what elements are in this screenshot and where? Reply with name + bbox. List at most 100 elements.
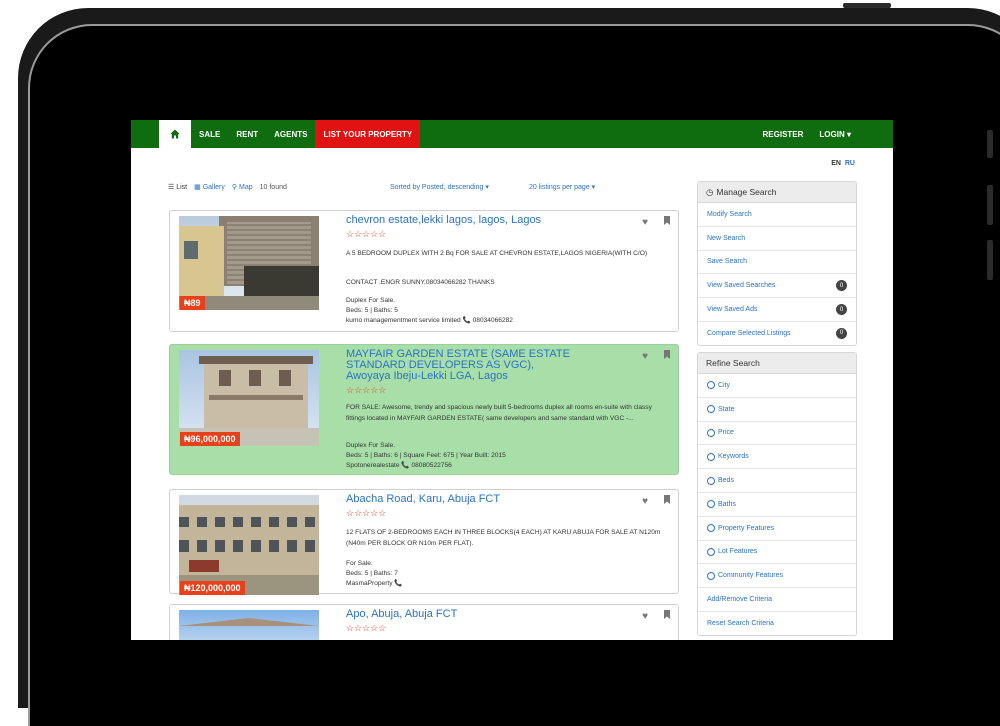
favorite-heart-icon[interactable]: ♥ xyxy=(642,496,648,507)
agent-name[interactable]: kumo managementment service limited xyxy=(346,317,461,324)
tablet-top-button xyxy=(843,3,891,8)
per-page-dropdown[interactable]: 20 listings per page ▾ xyxy=(529,183,595,191)
bookmark-icon[interactable] xyxy=(664,610,670,619)
nav-rent[interactable]: RENT xyxy=(228,120,266,148)
nav-agents[interactable]: AGENTS xyxy=(266,120,315,148)
listing-type: For Sale. xyxy=(346,560,373,567)
view-list-button[interactable]: ☰ List xyxy=(168,183,187,191)
manage-search-heading: ◷ Manage Search xyxy=(698,182,856,203)
tablet-side-button xyxy=(987,185,993,225)
compare-listings-link[interactable]: Compare Selected Listings 0 xyxy=(698,322,856,345)
plus-circle-icon xyxy=(707,405,715,414)
listing-price: ₦120,000,000 xyxy=(180,581,245,595)
plus-circle-icon xyxy=(707,547,715,556)
plus-circle-icon xyxy=(707,381,715,390)
favorite-heart-icon[interactable]: ♥ xyxy=(642,351,648,362)
listing-card[interactable]: ₦96,000,000 MAYFAIR GARDEN ESTATE (SAME … xyxy=(169,344,679,475)
refine-lot-features[interactable]: Lot Features xyxy=(698,541,856,565)
nav-list-your-property[interactable]: LIST YOUR PROPERTY xyxy=(315,120,421,148)
refine-search-heading: Refine Search xyxy=(698,353,856,374)
listing-agent-row: Spotonerealestate 📞 08080522756 xyxy=(346,461,664,471)
nav-login-dropdown[interactable]: LOGIN ▾ xyxy=(811,120,859,148)
add-remove-criteria-label: Add/Remove Criteria xyxy=(707,596,772,604)
map-pin-icon: ⚲ xyxy=(231,184,238,191)
sort-dropdown[interactable]: Sorted by Posted, descending ▾ xyxy=(390,183,489,191)
listing-card[interactable]: ₦120,000,000 Abacha Road, Karu, Abuja FC… xyxy=(169,489,679,595)
view-saved-searches-label: View Saved Searches xyxy=(707,282,776,290)
new-search-link[interactable]: New Search xyxy=(698,227,856,251)
listing-title[interactable]: Apo, Abuja, Abuja FCT xyxy=(346,609,616,620)
top-navbar: SALE RENT AGENTS LIST YOUR PROPERTY REGI… xyxy=(131,120,893,148)
agent-name[interactable]: MasmaProperty xyxy=(346,580,393,587)
rating-stars[interactable]: ☆☆☆☆☆ xyxy=(346,508,386,519)
refine-keywords[interactable]: Keywords xyxy=(698,445,856,470)
listing-title[interactable]: chevron estate,lekki lagos, lagos, Lagos xyxy=(346,215,616,226)
language-switcher: EN RU xyxy=(831,160,855,167)
listing-description-contact: CONTACT .ENGR SUNNY,08034066282 THANKS xyxy=(346,279,495,286)
listing-photo[interactable]: ₦96,000,000 xyxy=(179,350,319,446)
bookmark-icon[interactable] xyxy=(664,350,670,359)
manage-search-title: Manage Search xyxy=(716,187,777,197)
listing-specs: Beds: 5 | Baths: 6 | Square Feet: 675 | … xyxy=(346,452,506,459)
nav-register[interactable]: REGISTER xyxy=(755,120,812,148)
refine-beds[interactable]: Beds xyxy=(698,469,856,493)
favorite-heart-icon[interactable]: ♥ xyxy=(642,611,648,622)
plus-circle-icon xyxy=(707,476,715,485)
reset-search-criteria-link[interactable]: Reset Search Criteria xyxy=(698,612,856,635)
grid-icon: ▦ xyxy=(194,184,201,191)
results-count: 10 found xyxy=(259,183,287,191)
add-remove-criteria-link[interactable]: Add/Remove Criteria xyxy=(698,588,856,612)
refine-community-features-label: Community Features xyxy=(718,572,783,580)
refine-property-features[interactable]: Property Features xyxy=(698,517,856,541)
bookmark-icon[interactable] xyxy=(664,216,670,225)
listing-card[interactable]: Apo, Abuja, Abuja FCT ☆☆☆☆☆ ♥ xyxy=(169,604,679,640)
listing-photo[interactable]: ₦89 xyxy=(179,216,319,310)
lang-en[interactable]: EN xyxy=(831,160,841,167)
nav-sale[interactable]: SALE xyxy=(191,120,228,148)
refine-property-features-label: Property Features xyxy=(718,524,775,532)
listing-title[interactable]: MAYFAIR GARDEN ESTATE (SAME ESTATE STAND… xyxy=(346,349,576,382)
view-gallery-button[interactable]: ▦ Gallery xyxy=(194,183,225,191)
plus-circle-icon xyxy=(707,428,715,437)
listing-description: A 5 BEDROOM DUPLEX WITH 2 Bq FOR SALE AT… xyxy=(346,250,648,257)
nav-home-button[interactable] xyxy=(159,120,191,148)
agent-name[interactable]: Spotonerealestate xyxy=(346,462,400,469)
plus-circle-icon xyxy=(707,500,715,509)
refine-baths[interactable]: Baths xyxy=(698,493,856,517)
clock-icon: ◷ xyxy=(706,186,714,197)
refine-price[interactable]: Price xyxy=(698,422,856,446)
view-saved-ads-link[interactable]: View Saved Ads 0 xyxy=(698,298,856,322)
count-badge: 0 xyxy=(836,304,847,316)
lang-ru[interactable]: RU xyxy=(845,160,855,167)
listing-photo[interactable]: ₦120,000,000 xyxy=(179,495,319,595)
agent-phone: 08034066282 xyxy=(472,317,513,324)
listing-description: FOR SALE: Awesome, trendy and spacious n… xyxy=(346,404,652,422)
bookmark-icon[interactable] xyxy=(664,495,670,504)
listing-title[interactable]: Abacha Road, Karu, Abuja FCT xyxy=(346,494,616,505)
plus-circle-icon xyxy=(707,524,715,533)
phone-icon: 📞 xyxy=(401,462,410,469)
rating-stars[interactable]: ☆☆☆☆☆ xyxy=(346,229,386,240)
listing-photo[interactable] xyxy=(179,610,319,640)
refine-state[interactable]: State xyxy=(698,398,856,422)
listing-specs: Beds: 5 | Baths: 7 xyxy=(346,570,398,577)
list-icon: ☰ xyxy=(168,184,175,191)
listing-price: ₦89 xyxy=(180,296,205,310)
save-search-label: Save Search xyxy=(707,258,748,266)
tablet-side-button xyxy=(987,240,993,280)
view-saved-searches-link[interactable]: View Saved Searches 0 xyxy=(698,274,856,299)
rating-stars[interactable]: ☆☆☆☆☆ xyxy=(346,385,386,396)
view-map-button[interactable]: ⚲ Map xyxy=(232,183,253,191)
rating-stars[interactable]: ☆☆☆☆☆ xyxy=(346,623,386,634)
refine-city[interactable]: City xyxy=(698,374,856,398)
listing-card[interactable]: ₦89 chevron estate,lekki lagos, lagos, L… xyxy=(169,210,679,332)
save-search-link[interactable]: Save Search xyxy=(698,251,856,275)
favorite-heart-icon[interactable]: ♥ xyxy=(642,217,648,228)
modify-search-link[interactable]: Modify Search xyxy=(698,203,856,227)
refine-city-label: City xyxy=(718,381,731,389)
home-icon xyxy=(170,129,180,139)
refine-community-features[interactable]: Community Features xyxy=(698,564,856,589)
refine-search-panel: Refine Search City State Price Keywords … xyxy=(697,352,857,636)
count-badge: 0 xyxy=(836,327,847,339)
